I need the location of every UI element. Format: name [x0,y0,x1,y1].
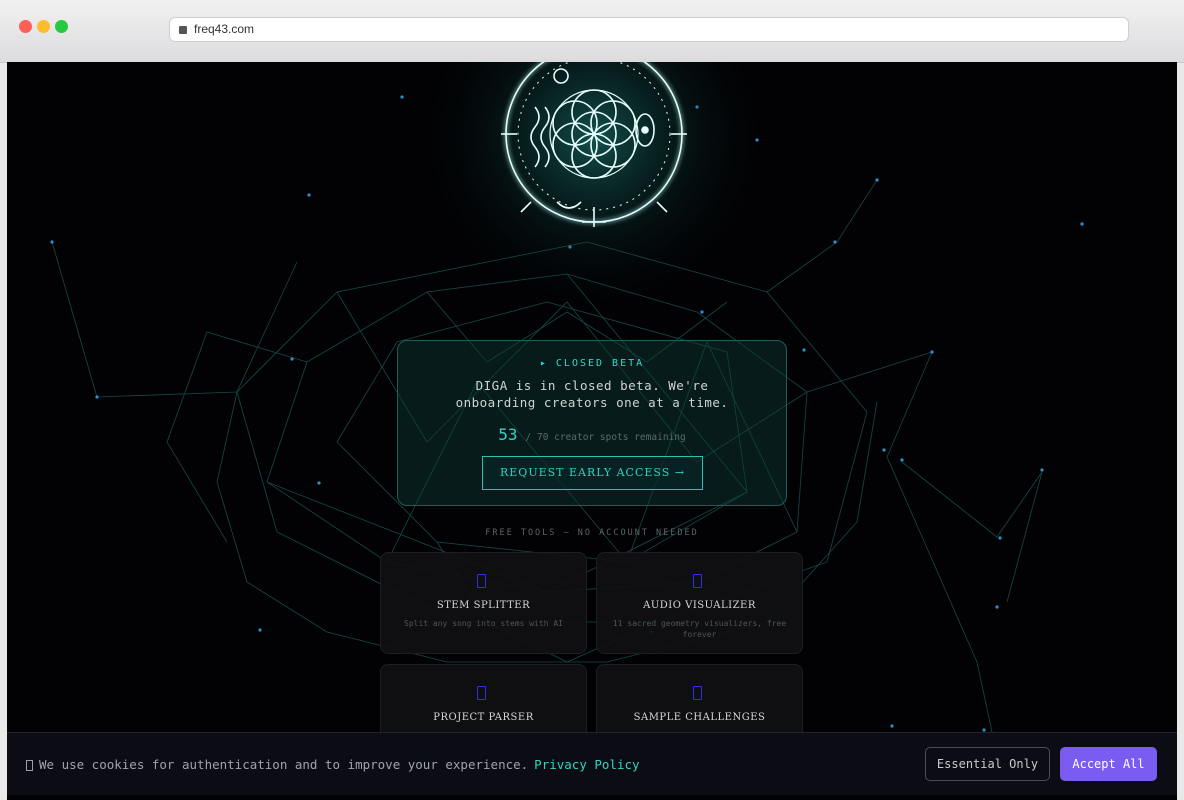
tool-name: PROJECT PARSER [433,712,534,723]
spots-remaining: 53 / 70 creator spots remaining [398,425,786,444]
tool-description: 11 sacred geometry visualizers, free for… [612,619,787,639]
cookie-text: We use cookies for authentication and to… [39,757,529,772]
privacy-policy-link[interactable]: Privacy Policy [534,757,639,772]
cookie-icon [26,760,33,771]
tool-icon [477,686,486,700]
cookie-consent-bar: We use cookies for authentication and to… [7,732,1177,795]
closed-beta-description: DIGA is in closed beta. We're onboarding… [455,378,729,410]
accept-all-button[interactable]: Accept All [1060,747,1157,781]
spots-text: / 70 creator spots remaining [525,432,686,443]
maximize-window-button[interactable] [55,20,68,33]
essential-only-button[interactable]: Essential Only [925,747,1050,781]
minimize-window-button[interactable] [37,20,50,33]
tool-description: Split any song into stems with AI [404,619,563,628]
tool-icon [477,574,486,588]
closed-beta-tag: ▸ CLOSED BETA [539,358,645,369]
request-early-access-button[interactable]: REQUEST EARLY ACCESS → [482,456,703,490]
site-info-icon[interactable] [179,26,187,34]
tool-card-stem-splitter[interactable]: STEM SPLITTER Split any song into stems … [380,552,587,654]
tool-card-audio-visualizer[interactable]: AUDIO VISUALIZER 11 sacred geometry visu… [596,552,803,654]
tool-icon [693,686,702,700]
spots-count: 53 [498,425,518,444]
tool-name: SAMPLE CHALLENGES [633,712,766,723]
tool-name: AUDIO VISUALIZER [643,600,756,611]
close-window-button[interactable] [19,20,32,33]
address-url: freq43.com [194,22,255,36]
tool-icon [693,574,702,588]
free-tools-label: FREE TOOLS — NO ACCOUNT NEEDED [485,528,699,538]
address-bar[interactable]: freq43.com [169,17,1129,42]
closed-beta-card: ▸ CLOSED BETA DIGA is in closed beta. We… [397,340,787,506]
tool-name: STEM SPLITTER [436,600,531,611]
browser-chrome: freq43.com [0,0,1184,63]
page-viewport: ▸ CLOSED BETA DIGA is in closed beta. We… [7,62,1177,800]
cookie-message: We use cookies for authentication and to… [39,757,640,772]
